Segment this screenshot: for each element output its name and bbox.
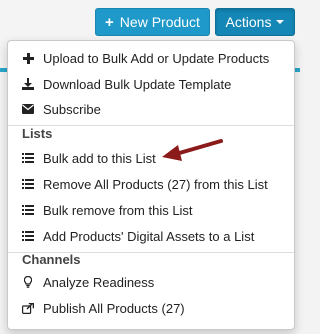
annotation-arrow — [162, 139, 223, 161]
